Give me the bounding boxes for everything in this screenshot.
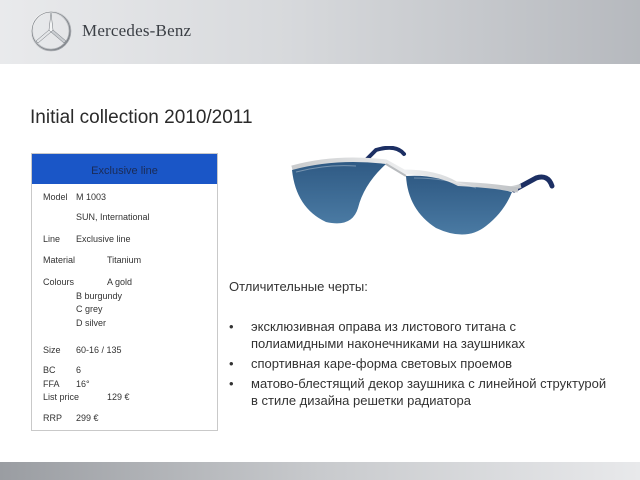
colour-item: C grey: [76, 304, 103, 314]
material-label: Material: [43, 255, 76, 265]
rrp-label: RRP: [43, 413, 63, 423]
bc-value: 6: [76, 365, 82, 375]
footer-bar: [0, 462, 640, 480]
material-value: Titanium: [107, 255, 142, 265]
model-sub: SUN, International: [76, 212, 150, 222]
colour-item: A gold: [107, 277, 133, 287]
colour-item: B burgundy: [76, 291, 123, 301]
bc-label: BC: [43, 365, 56, 375]
colours-label: Colours: [43, 277, 75, 287]
list-price-value: 129 €: [107, 392, 130, 402]
ffa-value: 16°: [76, 379, 90, 389]
sunglasses-image: [291, 146, 555, 235]
features-title: Отличительные черты:: [229, 279, 368, 294]
ffa-label: FFA: [43, 379, 60, 389]
line-label: Line: [43, 234, 61, 244]
spec-table: Exclusive line Model M 1003 SUN, Interna…: [31, 153, 218, 431]
list-price-label: List price: [43, 392, 80, 402]
page-title: Initial collection 2010/2011: [30, 107, 253, 128]
size-value: 60-16 / 135: [76, 345, 122, 355]
model-value: M 1003: [76, 192, 107, 202]
brand-name: Mercedes-Benz: [82, 21, 192, 40]
mercedes-star-icon: [30, 10, 72, 52]
features-list: эксклюзивная оправа из листового титана …: [229, 318, 609, 412]
spec-heading: Exclusive line: [32, 154, 217, 184]
feature-item: спортивная каре-форма световых проемов: [229, 355, 609, 372]
size-label: Size: [43, 345, 61, 355]
feature-item: матово-блестящий декор заушника с линейн…: [229, 375, 609, 409]
line-value: Exclusive line: [76, 234, 131, 244]
model-label: Model: [43, 192, 68, 202]
colour-item: D silver: [76, 318, 107, 328]
feature-item: эксклюзивная оправа из листового титана …: [229, 318, 609, 352]
header-bar: Mercedes-Benz: [0, 0, 640, 64]
rrp-value: 299 €: [76, 413, 99, 423]
